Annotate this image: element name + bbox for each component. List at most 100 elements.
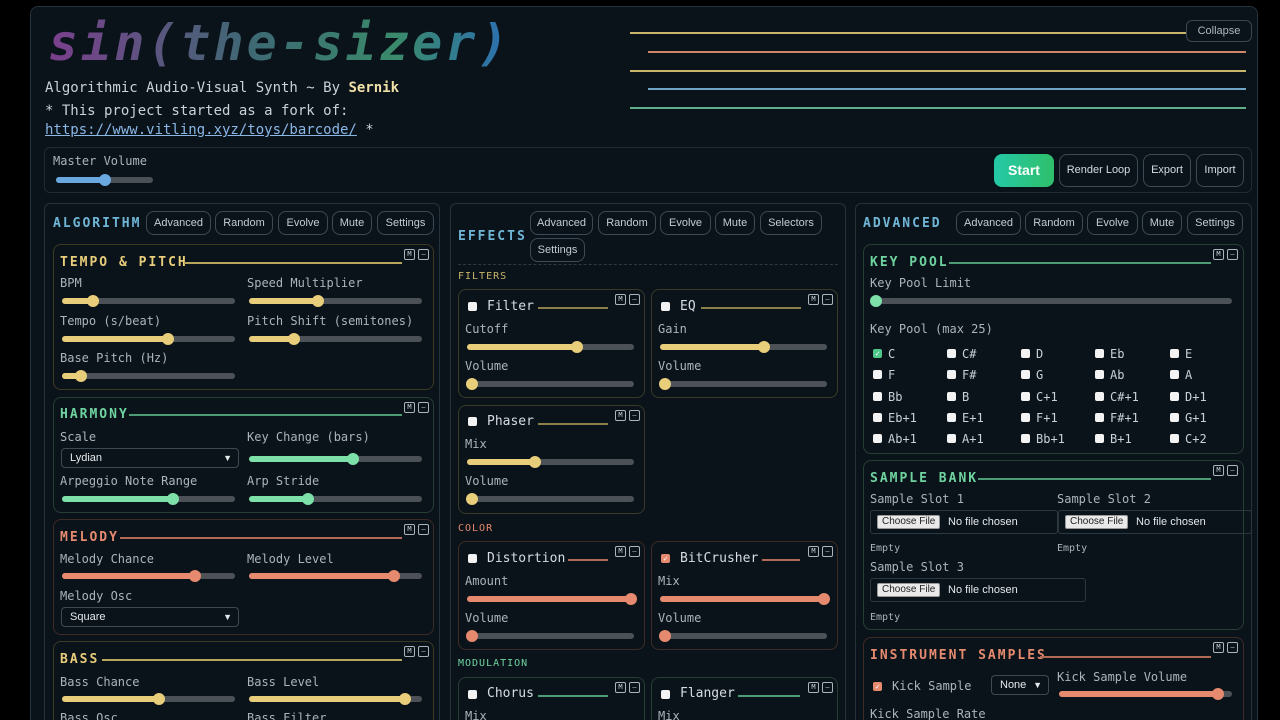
minimize-icon[interactable]: –: [418, 249, 429, 260]
eq-volume-slider[interactable]: [659, 378, 827, 390]
key-checkbox[interactable]: [1095, 412, 1104, 422]
minimize-icon[interactable]: –: [629, 410, 640, 421]
sample-slot-3-file-input[interactable]: Choose File No file chosen: [870, 578, 1086, 602]
chorus-checkbox[interactable]: [468, 690, 477, 699]
kick-sample-checkbox[interactable]: ✓: [873, 682, 882, 691]
algorithm-advanced-button[interactable]: Advanced: [146, 211, 211, 235]
menu-icon[interactable]: M: [404, 646, 415, 657]
flanger-checkbox[interactable]: [661, 690, 670, 699]
key-checkbox[interactable]: [873, 391, 882, 401]
import-button[interactable]: Import: [1196, 154, 1244, 187]
kick-sample-select[interactable]: None ▼: [991, 675, 1049, 695]
key-checkbox[interactable]: [947, 370, 956, 380]
speed-slider[interactable]: [249, 295, 422, 307]
key-checkbox[interactable]: [947, 434, 956, 444]
sample-slot-1-file-input[interactable]: Choose File No file chosen: [870, 510, 1058, 534]
minimize-icon[interactable]: –: [629, 294, 640, 305]
key-checkbox[interactable]: [873, 434, 882, 444]
key-checkbox[interactable]: [1095, 349, 1104, 358]
minimize-icon[interactable]: –: [629, 682, 640, 693]
base-pitch-slider[interactable]: [62, 370, 235, 382]
advanced-evolve-button[interactable]: Evolve: [1087, 211, 1138, 235]
bpm-slider[interactable]: [62, 295, 235, 307]
filter-checkbox[interactable]: [468, 302, 477, 311]
key-checkbox[interactable]: [1021, 370, 1030, 380]
filter-cutoff-slider[interactable]: [467, 341, 634, 353]
algorithm-evolve-button[interactable]: Evolve: [278, 211, 328, 235]
key-checkbox[interactable]: [1170, 349, 1179, 358]
melody-osc-select[interactable]: Square ▼: [61, 607, 239, 627]
arp-range-slider[interactable]: [62, 493, 235, 505]
minimize-icon[interactable]: –: [1227, 249, 1238, 260]
minimize-icon[interactable]: –: [822, 546, 833, 557]
tempo-slider[interactable]: [62, 333, 235, 345]
menu-icon[interactable]: M: [615, 294, 626, 305]
phaser-checkbox[interactable]: [468, 417, 477, 426]
minimize-icon[interactable]: –: [418, 402, 429, 413]
effects-selectors-button[interactable]: Selectors: [760, 211, 822, 235]
effects-settings-button[interactable]: Settings: [530, 238, 585, 262]
key-checkbox[interactable]: [1021, 349, 1030, 358]
kick-volume-slider[interactable]: [1059, 688, 1232, 700]
key-checkbox[interactable]: [1095, 370, 1104, 380]
effects-random-button[interactable]: Random: [598, 211, 656, 235]
advanced-random-button[interactable]: Random: [1025, 211, 1083, 235]
phaser-volume-slider[interactable]: [466, 493, 634, 505]
key-change-slider[interactable]: [249, 453, 422, 465]
menu-icon[interactable]: M: [1213, 465, 1224, 476]
menu-icon[interactable]: M: [1213, 642, 1224, 653]
minimize-icon[interactable]: –: [1227, 642, 1238, 653]
menu-icon[interactable]: M: [615, 682, 626, 693]
minimize-icon[interactable]: –: [418, 524, 429, 535]
key-checkbox[interactable]: [1170, 434, 1179, 444]
bitcrusher-checkbox[interactable]: ✓: [661, 554, 670, 563]
key-checkbox[interactable]: [1021, 434, 1030, 444]
key-pool-limit-slider[interactable]: [869, 295, 1232, 307]
effects-mute-button[interactable]: Mute: [715, 211, 755, 235]
phaser-mix-slider[interactable]: [467, 456, 634, 468]
pitch-shift-slider[interactable]: [249, 333, 422, 345]
minimize-icon[interactable]: –: [629, 546, 640, 557]
advanced-mute-button[interactable]: Mute: [1142, 211, 1182, 235]
arp-stride-slider[interactable]: [249, 493, 422, 505]
start-button[interactable]: Start: [994, 154, 1054, 187]
minimize-icon[interactable]: –: [418, 646, 429, 657]
menu-icon[interactable]: M: [808, 294, 819, 305]
key-checkbox[interactable]: [1021, 391, 1030, 401]
menu-icon[interactable]: M: [808, 682, 819, 693]
effects-evolve-button[interactable]: Evolve: [660, 211, 711, 235]
menu-icon[interactable]: M: [404, 402, 415, 413]
bitcrusher-mix-slider[interactable]: [660, 593, 830, 605]
advanced-advanced-button[interactable]: Advanced: [956, 211, 1021, 235]
key-checkbox[interactable]: [873, 370, 882, 380]
menu-icon[interactable]: M: [404, 249, 415, 260]
bitcrusher-volume-slider[interactable]: [659, 630, 827, 642]
key-checkbox[interactable]: [947, 349, 956, 358]
eq-checkbox[interactable]: [661, 302, 670, 311]
sample-slot-2-file-input[interactable]: Choose File No file chosen: [1058, 510, 1252, 534]
fork-link[interactable]: https://www.vitling.xyz/toys/barcode/: [45, 122, 357, 138]
key-checkbox[interactable]: [1170, 370, 1179, 380]
advanced-settings-button[interactable]: Settings: [1187, 211, 1243, 235]
scale-select[interactable]: Lydian ▼: [61, 448, 239, 468]
menu-icon[interactable]: M: [404, 524, 415, 535]
bass-level-slider[interactable]: [249, 693, 422, 705]
melody-chance-slider[interactable]: [62, 570, 235, 582]
render-loop-button[interactable]: Render Loop: [1059, 154, 1138, 187]
key-checkbox[interactable]: [947, 391, 956, 401]
key-checkbox[interactable]: [1095, 434, 1104, 444]
filter-volume-slider[interactable]: [466, 378, 634, 390]
minimize-icon[interactable]: –: [822, 682, 833, 693]
bass-chance-slider[interactable]: [62, 693, 235, 705]
eq-gain-slider[interactable]: [660, 341, 827, 353]
melody-level-slider[interactable]: [249, 570, 422, 582]
export-button[interactable]: Export: [1143, 154, 1191, 187]
distortion-amount-slider[interactable]: [467, 593, 637, 605]
minimize-icon[interactable]: –: [822, 294, 833, 305]
algorithm-random-button[interactable]: Random: [215, 211, 273, 235]
key-checkbox[interactable]: [947, 412, 956, 422]
menu-icon[interactable]: M: [808, 546, 819, 557]
menu-icon[interactable]: M: [1213, 249, 1224, 260]
key-checkbox[interactable]: [873, 412, 882, 422]
choose-file-button[interactable]: Choose File: [877, 515, 941, 529]
